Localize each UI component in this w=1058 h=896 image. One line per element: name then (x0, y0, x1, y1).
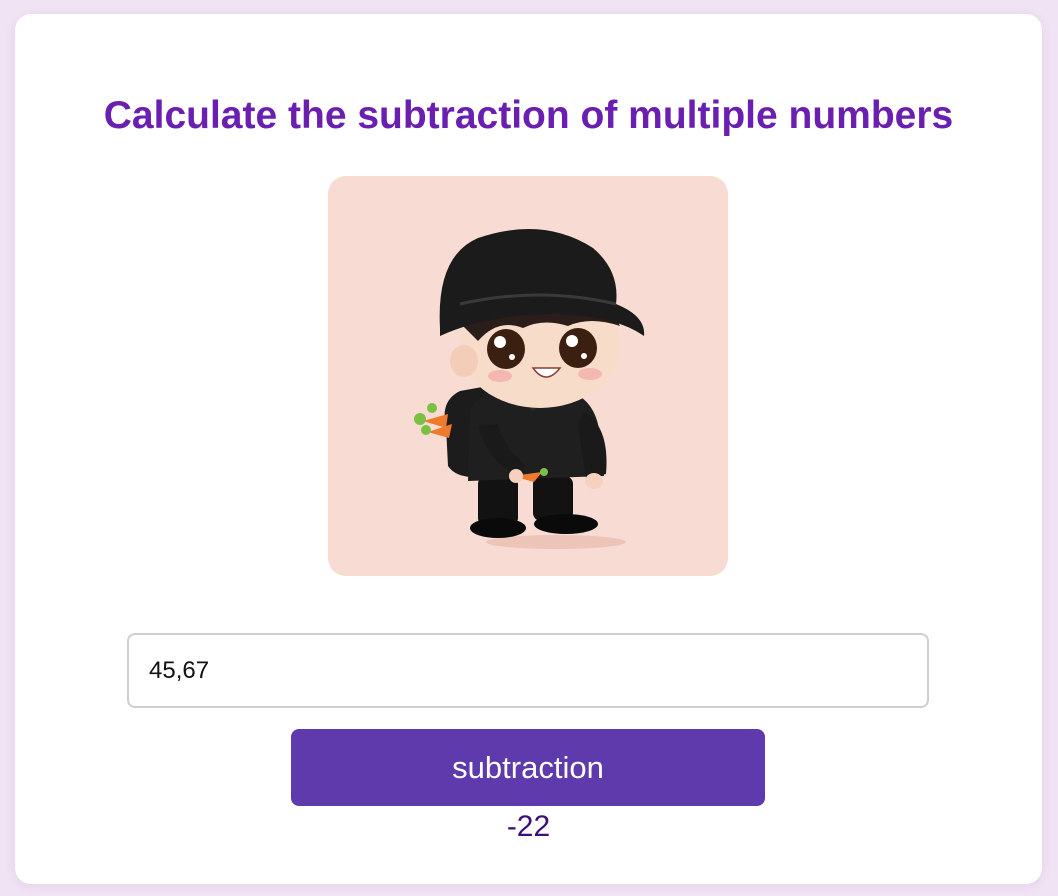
subtraction-button[interactable]: subtraction (291, 729, 765, 806)
page-title: Calculate the subtraction of multiple nu… (103, 94, 954, 137)
chibi-character-icon (414, 229, 645, 549)
numbers-input[interactable] (127, 633, 929, 708)
character-image (328, 176, 728, 576)
result-text: -22 (506, 810, 551, 843)
calculator-card: Calculate the subtraction of multiple nu… (15, 14, 1042, 884)
